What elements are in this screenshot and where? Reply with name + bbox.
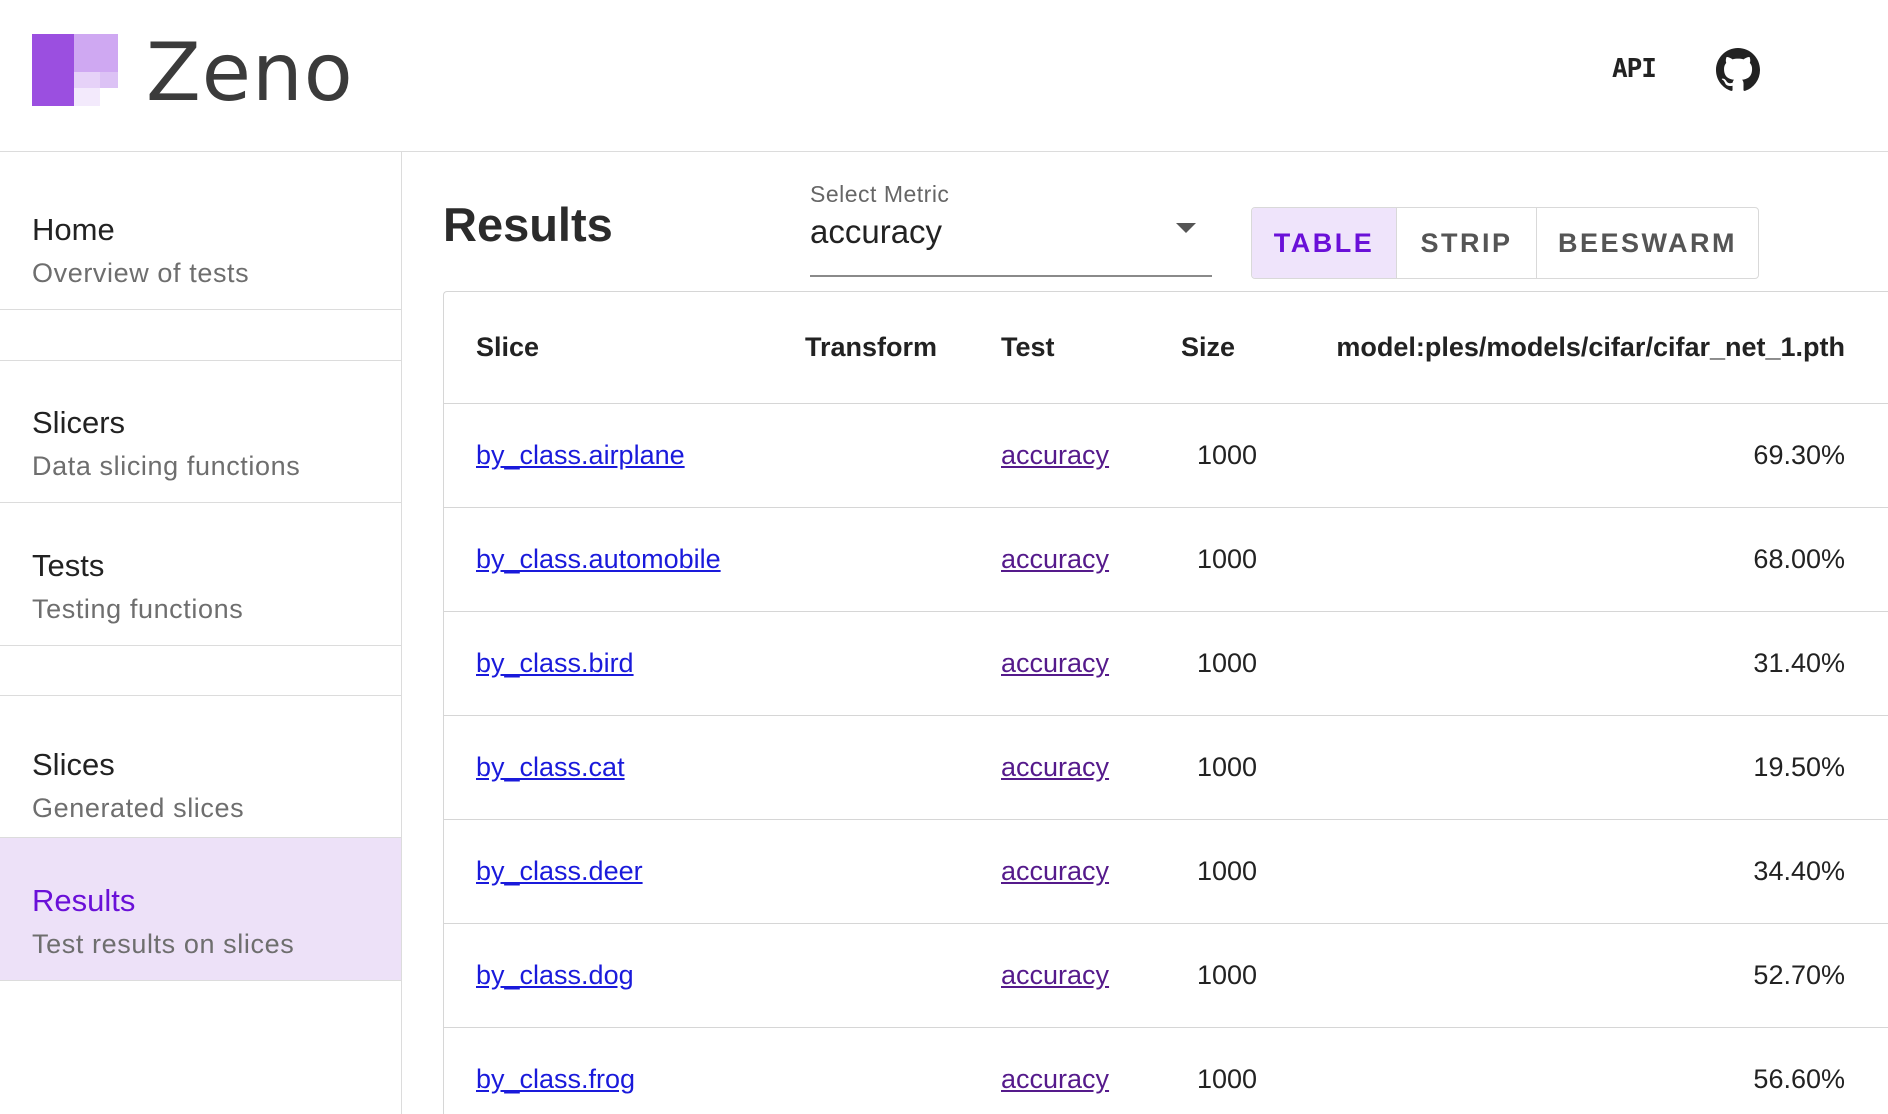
test-link[interactable]: accuracy	[1001, 1064, 1109, 1095]
slice-link[interactable]: by_class.bird	[476, 648, 634, 679]
sidebar-item-subtitle: Data slicing functions	[32, 451, 301, 481]
sidebar-item-results[interactable]: Results Test results on slices	[0, 838, 401, 981]
sidebar-item-subtitle: Generated slices	[32, 793, 245, 823]
slice-link[interactable]: by_class.cat	[476, 752, 625, 783]
tab-table[interactable]: TABLE	[1252, 208, 1397, 278]
sidebar-item-subtitle: Testing functions	[32, 594, 244, 624]
size-cell: 1000	[1197, 960, 1258, 990]
main-content: Results Select Metric accuracy TABLE STR…	[403, 153, 1888, 1114]
size-cell: 1000	[1197, 856, 1258, 886]
sidebar-item-title: Slices	[32, 747, 115, 782]
sidebar-item-title: Home	[32, 212, 115, 247]
metric-select-label: Select Metric	[810, 181, 950, 207]
metric-select[interactable]: Select Metric accuracy	[810, 181, 1212, 277]
metric-select-value: accuracy	[810, 213, 943, 250]
sidebar-item-subtitle: Overview of tests	[32, 258, 250, 288]
table-row: by_class.bird accuracy 1000 31.40%	[444, 612, 1888, 716]
tab-beeswarm[interactable]: BEESWARM	[1537, 208, 1758, 278]
github-icon[interactable]	[1716, 48, 1760, 92]
slice-link[interactable]: by_class.automobile	[476, 544, 721, 575]
column-header-model[interactable]: model:ples/models/cifar/cifar_net_1.pth	[1336, 292, 1845, 403]
test-link[interactable]: accuracy	[1001, 752, 1109, 783]
column-header-slice[interactable]: Slice	[476, 292, 539, 403]
slice-link[interactable]: by_class.airplane	[476, 440, 685, 471]
size-cell: 1000	[1197, 648, 1258, 678]
metric-value-cell: 52.70%	[1753, 960, 1845, 990]
sidebar-item-slices[interactable]: Slices Generated slices	[0, 695, 401, 838]
table-row: by_class.cat accuracy 1000 19.50%	[444, 716, 1888, 820]
table-row: by_class.deer accuracy 1000 34.40%	[444, 820, 1888, 924]
metric-value-cell: 19.50%	[1753, 752, 1845, 782]
size-cell: 1000	[1197, 1064, 1258, 1094]
column-header-size[interactable]: Size	[1181, 292, 1235, 403]
metric-value-cell: 34.40%	[1753, 856, 1845, 886]
table-row: by_class.dog accuracy 1000 52.70%	[444, 924, 1888, 1028]
size-cell: 1000	[1197, 440, 1258, 470]
sidebar-item-tests[interactable]: Tests Testing functions	[0, 503, 401, 646]
sidebar-item-home[interactable]: Home Overview of tests	[0, 152, 401, 310]
app-header: Zeno API	[0, 0, 1888, 152]
dropdown-caret-icon[interactable]	[1176, 223, 1196, 233]
tab-strip[interactable]: STRIP	[1397, 208, 1537, 278]
column-header-transform[interactable]: Transform	[805, 292, 937, 403]
test-link[interactable]: accuracy	[1001, 440, 1109, 471]
slice-link[interactable]: by_class.deer	[476, 856, 643, 887]
zeno-logo-icon[interactable]	[32, 34, 118, 106]
size-cell: 1000	[1197, 544, 1258, 574]
sidebar-item-subtitle: Test results on slices	[32, 929, 295, 959]
sidebar-item-title: Tests	[32, 548, 105, 583]
test-link[interactable]: accuracy	[1001, 544, 1109, 575]
table-header-row: Slice Transform Test Size model:ples/mod…	[444, 292, 1888, 404]
results-table: Slice Transform Test Size model:ples/mod…	[443, 291, 1888, 1114]
table-row: by_class.airplane accuracy 1000 69.30%	[444, 404, 1888, 508]
slice-link[interactable]: by_class.dog	[476, 960, 634, 991]
test-link[interactable]: accuracy	[1001, 856, 1109, 887]
model-path: :ples/models/cifar/cifar_net_1.pth	[1415, 332, 1845, 362]
size-cell: 1000	[1197, 752, 1258, 782]
table-row: by_class.frog accuracy 1000 56.60%	[444, 1028, 1888, 1114]
sidebar-item-title: Results	[32, 883, 136, 918]
metric-value-cell: 56.60%	[1753, 1064, 1845, 1094]
metric-value-cell: 31.40%	[1753, 648, 1845, 678]
metric-value-cell: 68.00%	[1753, 544, 1845, 574]
test-link[interactable]: accuracy	[1001, 960, 1109, 991]
model-label: model	[1336, 332, 1416, 362]
test-link[interactable]: accuracy	[1001, 648, 1109, 679]
page-title: Results	[443, 198, 613, 251]
table-row: by_class.automobile accuracy 1000 68.00%	[444, 508, 1888, 612]
metric-value-cell: 69.30%	[1753, 440, 1845, 470]
slice-link[interactable]: by_class.frog	[476, 1064, 635, 1095]
sidebar-item-title: Slicers	[32, 405, 126, 440]
sidebar-item-slicers[interactable]: Slicers Data slicing functions	[0, 360, 401, 503]
api-link[interactable]: API	[1612, 54, 1657, 84]
sidebar: Home Overview of tests Slicers Data slic…	[0, 152, 402, 1114]
view-toggle: TABLE STRIP BEESWARM	[1251, 207, 1759, 279]
column-header-test[interactable]: Test	[1001, 292, 1055, 403]
app-name[interactable]: Zeno	[146, 26, 354, 119]
